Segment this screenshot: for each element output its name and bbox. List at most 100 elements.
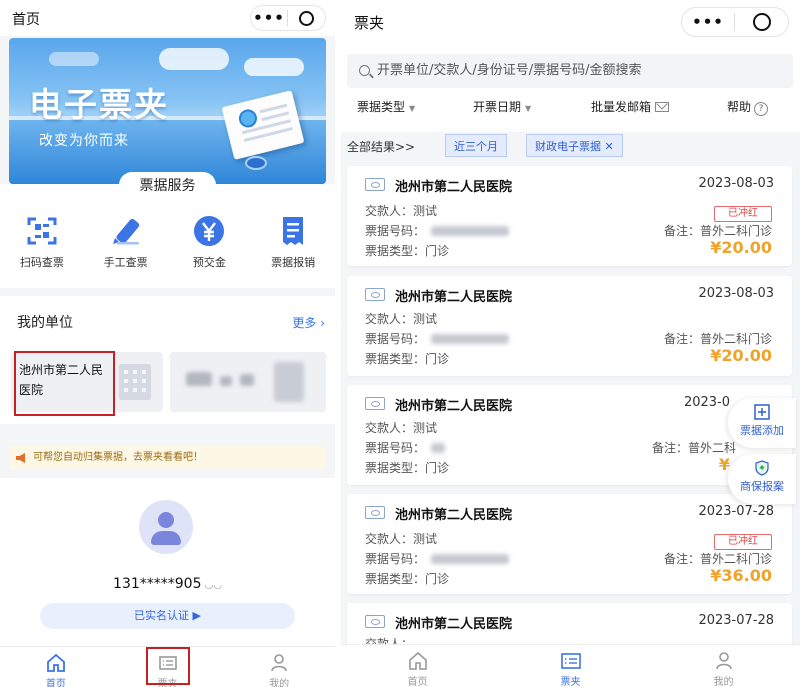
prepayment-button[interactable]: 预交金 [168,214,252,270]
ticket-card[interactable]: 池州市第二人民医院 2023-07-28 已冲红 交款人：测试 票据号码： 票据… [347,494,792,594]
filter-issue-date[interactable]: 开票日期 ▼ [473,98,531,115]
search-placeholder: 开票单位/交款人/身份证号/票据号码/金额搜索 [377,63,642,78]
redacted-number [431,443,446,453]
card-hospital: 池州市第二人民医院 [395,617,513,632]
card-payer-row: 交款人：测试 [365,530,437,547]
ticket-icon [365,506,385,519]
help-button[interactable]: 帮助? [727,98,769,116]
card-number-label: 票据号码： [365,332,426,346]
card-hospital: 池州市第二人民医院 [395,508,513,523]
card-hospital: 池州市第二人民医院 [395,399,513,414]
tab-home[interactable]: 首页 [341,645,494,687]
ticket-folder-screen: 票夹 ••• 开票单位/交款人/身份证号/票据号码/金额搜索 票据类型 ▼ 开票日… [341,0,800,687]
more-menu-icon[interactable]: ••• [251,9,287,27]
card-type: 门诊 [425,352,450,366]
redacted-number [431,226,510,236]
card-payer: 测试 [413,312,438,326]
caret-down-icon: ▼ [409,104,416,113]
ticket-icon [365,178,385,191]
eye-closed-icon[interactable]: ◡◡ [205,580,222,591]
ticket-card[interactable]: 池州市第二人民医院 2023-0 交款人：测试 票据号码： 票据类型：门诊 备注… [347,385,792,485]
receipt-icon [283,217,304,245]
mini-program-capsule: ••• [250,5,326,31]
chip-last-three-months[interactable]: 近三个月 [445,134,507,157]
card-number-row: 票据号码： [365,550,510,567]
card-payer-label: 交款人： [365,204,414,218]
tab-home-label: 首页 [407,677,428,687]
scan-icon [27,217,57,245]
add-ticket-label: 票据添加 [740,424,784,437]
unit-card-blurred[interactable] [170,352,326,412]
card-number-label: 票据号码： [365,552,426,566]
card-date: 2023-07-28 [698,613,774,628]
card-note: 备注：普外二科 [652,439,736,456]
phone-number: 131*****905 ◡◡ [0,576,335,592]
add-ticket-icon [754,404,770,420]
ticket-services-heading: 票据服务 [119,172,216,198]
insurance-claim-button[interactable]: 商保报案 [728,454,796,504]
card-type-label: 票据类型： [365,572,426,586]
card-note-label: 备注： [663,224,700,238]
card-note-label: 备注： [663,552,700,566]
tab-profile[interactable]: 我的 [647,645,800,687]
card-note: 备注：普外二科门诊 [664,222,772,239]
batch-email-button[interactable]: 批量发邮箱 [591,98,670,115]
tab-ticket-folder-label: 票夹 [560,677,581,687]
card-amount: ¥20.00 [710,238,772,257]
reimbursement-button[interactable]: 票据报销 [251,214,335,270]
filter-bar: 票据类型 ▼ 开票日期 ▼ 批量发邮箱 帮助? [341,98,800,118]
reimbursement-label: 票据报销 [271,256,316,269]
add-ticket-button[interactable]: 票据添加 [728,398,796,448]
card-date: 2023-08-03 [698,176,774,191]
notice-bar[interactable]: 可帮您自动归集票据，去票夹看看吧！ [9,446,325,470]
profile-icon [715,652,732,670]
search-input[interactable]: 开票单位/交款人/身份证号/票据号码/金额搜索 [347,54,793,88]
card-type-row: 票据类型：门诊 [365,570,449,587]
more-units-label: 更多 [292,316,317,330]
card-note: 备注：普外二科门诊 [664,550,772,567]
user-info-card: 131*****905 ◡◡ 已实名认证 ▶ [0,478,335,646]
chip-fiscal-e-ticket[interactable]: 财政电子票据 ✕ [526,134,623,157]
notice-text: 可帮您自动归集票据，去票夹看看吧！ [33,452,203,463]
verified-badge-button[interactable]: 已实名认证 ▶ [40,603,295,629]
tab-home[interactable]: 首页 [0,647,112,687]
bottom-tabbar: 首页 票夹 我的 [341,644,800,687]
card-amount: ¥20.00 [710,346,772,365]
tab-profile[interactable]: 我的 [223,647,335,687]
ticket-card[interactable]: 池州市第二人民医院 2023-08-03 交款人：测试 票据号码： 票据类型：门… [347,276,792,376]
redacted-number [431,554,510,564]
card-payer-row: 交款人：测试 [365,419,437,436]
card-payer-label: 交款人： [365,312,414,326]
search-icon [359,65,370,76]
shield-icon [755,460,769,476]
promo-banner[interactable]: 电子票夹 改变为你而来 [9,38,326,184]
card-date: 2023-07-28 [698,504,774,519]
filter-issue-date-label: 开票日期 [473,100,522,114]
card-type-label: 票据类型： [365,244,426,258]
filter-ticket-type-label: 票据类型 [357,100,406,114]
avatar[interactable] [139,500,193,554]
tab-ticket-folder[interactable]: 票夹 [494,645,647,687]
building-icon [119,364,151,400]
close-mini-program-button[interactable] [735,13,788,31]
card-payer: 测试 [413,204,438,218]
reversed-stamp: 已冲红 [714,206,772,222]
more-units-link[interactable]: 更多 › [292,314,325,331]
ticket-folder-header: 票夹 ••• 开票单位/交款人/身份证号/票据号码/金额搜索 票据类型 ▼ 开票日… [341,0,800,132]
phone-number-text: 131*****905 [113,576,202,592]
ticket-card[interactable]: 池州市第二人民医院 2023-08-03 已冲红 交款人：测试 票据号码： 票据… [347,166,792,266]
card-note-label: 备注： [651,441,688,455]
question-icon: ? [754,102,769,116]
more-menu-icon[interactable]: ••• [682,13,734,31]
scan-query-button[interactable]: 扫码查票 [0,214,84,270]
close-mini-program-button[interactable] [288,10,325,26]
card-date: 2023-08-03 [698,286,774,301]
tab-profile-label: 我的 [269,679,290,687]
page-title: 票夹 [354,14,385,32]
tab-profile-label: 我的 [713,677,734,687]
banner-subtitle: 改变为你而来 [39,133,129,149]
card-type: 门诊 [425,572,450,586]
manual-query-button[interactable]: 手工查票 [84,214,168,270]
filter-ticket-type[interactable]: 票据类型 ▼ [357,98,415,115]
profile-icon [271,654,287,672]
